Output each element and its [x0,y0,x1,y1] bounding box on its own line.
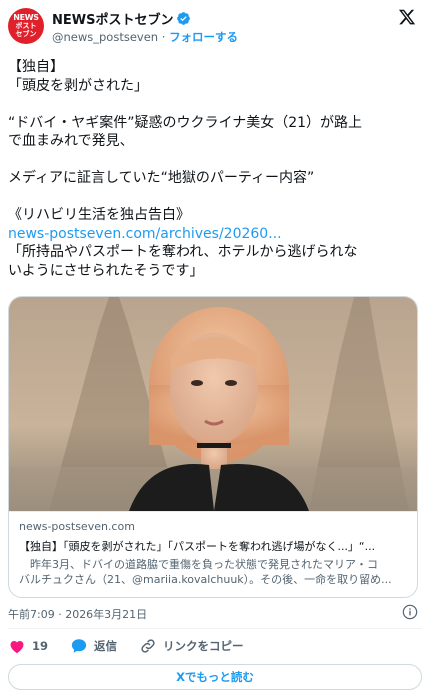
tweet-line [8,188,422,207]
link-preview-card[interactable]: news-postseven.com 【独自】「頭皮を剥がされた」「パスポートを… [8,296,418,598]
x-logo-icon[interactable] [398,8,416,26]
copy-link-button[interactable]: リンクをコピー [139,637,244,655]
tweet-line: で血まみれで発見、 [8,133,134,149]
heart-icon [10,640,24,654]
card-description: 昨年3月、ドバイの道路脇で重傷を負った状態で発見されたマリア・コ バルチュクさん… [19,557,409,587]
copy-link-label: リンクをコピー [163,639,244,653]
tweet-header: NEWS ポスト セブン NEWSポストセブン @news_postseven … [0,0,432,50]
tweet-line [8,151,422,170]
handle[interactable]: @news_postseven [52,30,158,44]
read-more-button[interactable]: Xでもっと読む [8,664,422,690]
tweet-line: メディアに証言していた“地獄のパーティー内容” [8,170,315,186]
separator-dot: · [161,30,166,44]
tweet-line: 【独自】 [8,59,64,75]
reply-bubble-icon [71,639,87,653]
verified-badge-icon [177,12,191,25]
timestamp[interactable]: 午前7:09 · 2026年3月21日 [8,606,147,622]
divider [8,628,422,629]
link-icon [141,639,155,653]
card-domain: news-postseven.com [19,520,135,533]
card-body: news-postseven.com 【独自】「頭皮を剥がされた」「パスポートを… [9,511,417,597]
avatar[interactable]: NEWS ポスト セブン [8,8,44,44]
card-title: 【独自】「頭皮を剥がされた」「パスポートを奪われ逃げ場がなく...」“... [19,540,376,553]
tweet-line: “ドバイ・ヤギ案件”疑惑のウクライナ美女（21）が路上 [8,114,363,131]
card-desc-line: バルチュクさん（21、@mariia.kovalchuuk）。その後、一命を取り… [19,573,392,586]
tweet-line: 《リハビリ生活を独占告白》 [8,207,190,223]
article-photo [9,297,417,511]
avatar-text-line1: NEWS [13,13,39,22]
follow-button[interactable]: フォローする [169,30,238,44]
tweet-line: いようにさせられたそうです」 [8,262,204,279]
like-button[interactable]: 19 [8,637,48,655]
article-link[interactable]: news-postseven.com/archives/20260... [8,225,422,244]
reply-label: 返信 [94,639,118,653]
action-bar: 19 返信 リンクをコピー [8,636,266,656]
handle-row: @news_postseven · フォローする [52,29,238,45]
avatar-text-line2: ポスト [15,22,37,30]
tweet-line [8,95,422,114]
like-count: 19 [32,639,49,653]
tweet-text: 【独自】 「頭皮を剥がされた」 “ドバイ・ヤギ案件”疑惑のウクライナ美女（21）… [8,58,422,280]
tweet-line: 「頭皮を剥がされた」 [8,77,148,94]
card-desc-line: 昨年3月、ドバイの道路脇で重傷を負った状態で発見されたマリア・コ [19,558,378,571]
reply-button[interactable]: 返信 [70,637,117,655]
name-row: NEWSポストセブン [52,9,191,28]
info-icon[interactable] [402,604,418,620]
avatar-text-line3: セブン [15,30,37,38]
account-name[interactable]: NEWSポストセブン [52,9,173,28]
tweet-line: 「所持品やパスポートを奪われ、ホテルから逃げられな [8,244,358,260]
